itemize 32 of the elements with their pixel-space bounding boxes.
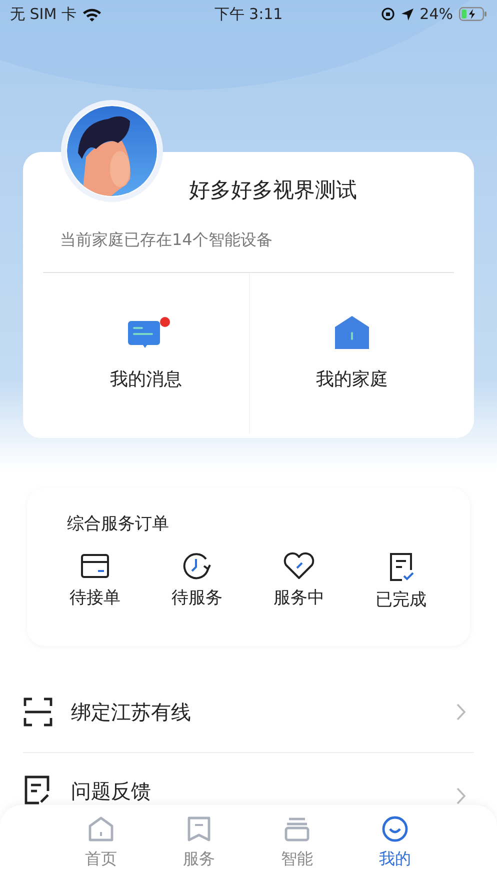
chevron-icon — [456, 787, 466, 805]
menu-row[interactable]: 绑定江苏有线 — [23, 672, 474, 752]
wifi-icon — [82, 6, 102, 22]
battery-percent: 24% — [420, 5, 453, 23]
home-icon — [87, 815, 115, 843]
stack-icon — [283, 815, 311, 843]
home-icon — [334, 315, 370, 351]
scan-icon — [23, 697, 53, 727]
card-icon — [80, 552, 110, 580]
profile-tile[interactable]: 我的家庭 — [248, 273, 454, 433]
order-status-item[interactable]: 已完成 — [350, 552, 452, 611]
rotation-lock-icon — [380, 7, 395, 21]
tab[interactable]: 我的 — [346, 805, 444, 883]
status-time: 下午 3:11 — [214, 4, 283, 24]
tab[interactable]: 首页 — [52, 805, 150, 883]
profile-tile[interactable]: 我的消息 — [43, 273, 248, 433]
bookmark-icon — [185, 815, 213, 843]
order-status-item[interactable]: 服务中 — [248, 552, 350, 611]
carrier-text: 无 SIM 卡 — [10, 4, 76, 24]
tab[interactable]: 智能 — [248, 805, 346, 883]
battery-icon — [459, 7, 487, 21]
orders-title: 综合服务订单 — [66, 513, 170, 536]
chevron-icon — [456, 703, 466, 721]
order-status-item[interactable]: 待接单 — [44, 552, 146, 611]
order-status-item[interactable]: 待服务 — [146, 552, 248, 611]
clock-icon — [182, 552, 212, 580]
device-count-text: 当前家庭已存在14个智能设备 — [60, 230, 274, 251]
tab[interactable]: 服务 — [150, 805, 248, 883]
location-icon — [400, 8, 414, 20]
smiley-icon — [381, 815, 409, 843]
heart-icon — [283, 552, 315, 580]
user-name: 好多好多视界测试 — [188, 177, 358, 204]
